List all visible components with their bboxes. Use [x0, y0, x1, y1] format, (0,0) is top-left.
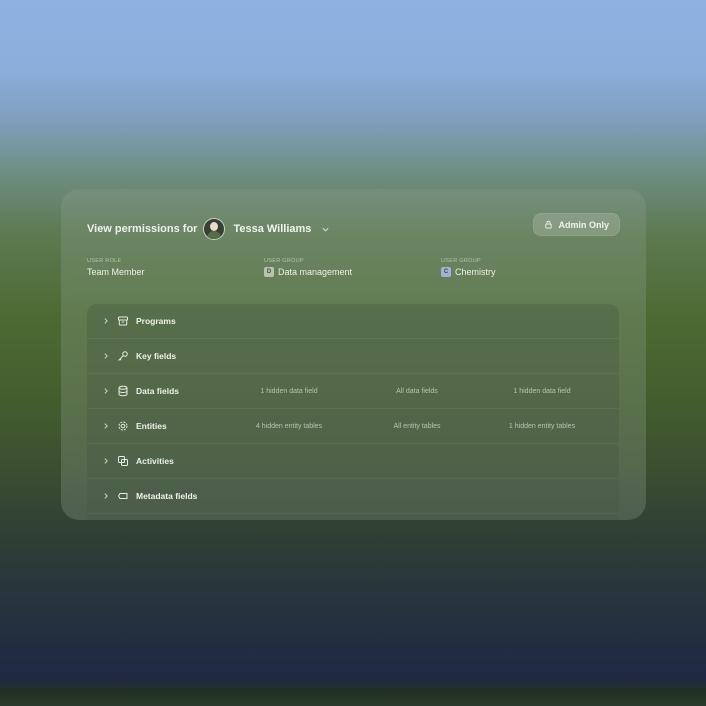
meta-value: Chemistry — [455, 267, 496, 277]
chevron-right-icon[interactable] — [102, 422, 110, 430]
list-item-programs[interactable]: Programs — [87, 304, 619, 339]
list-item-activities[interactable]: Activities — [87, 444, 619, 479]
header: View permissions for Tessa Williams — [87, 218, 330, 240]
row-label: Metadata fields — [136, 491, 198, 501]
cell-value: All data fields — [396, 387, 438, 395]
tag-icon — [117, 490, 129, 502]
meta-label: USER ROLE — [87, 258, 122, 264]
group-chip: C — [441, 267, 451, 277]
avatar — [203, 218, 226, 240]
meta-value-row: D Data management — [264, 267, 352, 277]
lock-icon — [544, 220, 553, 229]
chevron-right-icon[interactable] — [102, 317, 110, 325]
cell-value: 4 hidden entity tables — [255, 422, 323, 430]
chevron-right-icon[interactable] — [102, 492, 110, 500]
list-item-metadata-fields[interactable]: Metadata fields — [87, 479, 619, 514]
row-label: Entities — [136, 421, 167, 431]
meta-user-group-2: USER GROUP C Chemistry — [441, 258, 496, 277]
list-item-entities[interactable]: Entities 4 hidden entity tables All enti… — [87, 409, 619, 444]
row-label: Activities — [136, 456, 174, 466]
user-selector[interactable]: Tessa Williams — [233, 223, 311, 235]
meta-user-role: USER ROLE Team Member — [87, 258, 145, 277]
row-label: Data fields — [136, 386, 179, 396]
permissions-panel: View permissions for Tessa Williams Admi… — [61, 189, 646, 520]
chevron-right-icon[interactable] — [102, 387, 110, 395]
meta-label: USER GROUP — [441, 258, 481, 264]
group-chip: D — [264, 267, 274, 277]
key-icon — [117, 350, 129, 362]
gear-icon — [117, 420, 129, 432]
admin-only-label: Admin Only — [558, 219, 609, 230]
row-label: Programs — [136, 316, 176, 326]
list-item-key-fields[interactable]: Key fields — [87, 339, 619, 374]
admin-only-button[interactable]: Admin Only — [533, 213, 620, 236]
row-label: Key fields — [136, 351, 177, 361]
list-item-data-fields[interactable]: Data fields 1 hidden data field All data… — [87, 374, 619, 409]
meta-user-group-1: USER GROUP D Data management — [264, 258, 352, 277]
chevron-down-icon[interactable] — [321, 225, 330, 234]
box-icon — [117, 315, 129, 327]
chevron-right-icon[interactable] — [102, 457, 110, 465]
cell-value: All entity tables — [393, 422, 441, 430]
meta-label: USER GROUP — [264, 258, 304, 264]
copy-icon — [117, 455, 129, 467]
database-icon — [117, 385, 129, 397]
chevron-right-icon[interactable] — [102, 352, 110, 360]
permissions-list: Programs Key fields Data fields 1 hidden… — [87, 304, 619, 520]
meta-value: Data management — [278, 267, 353, 277]
page-title: View permissions for — [87, 223, 198, 235]
cell-value: 1 hidden data field — [260, 387, 318, 395]
meta-value-row: C Chemistry — [441, 267, 496, 277]
cell-value: 1 hidden entity tables — [508, 422, 576, 430]
meta-value: Team Member — [87, 267, 145, 277]
cell-value: 1 hidden data field — [513, 387, 571, 395]
